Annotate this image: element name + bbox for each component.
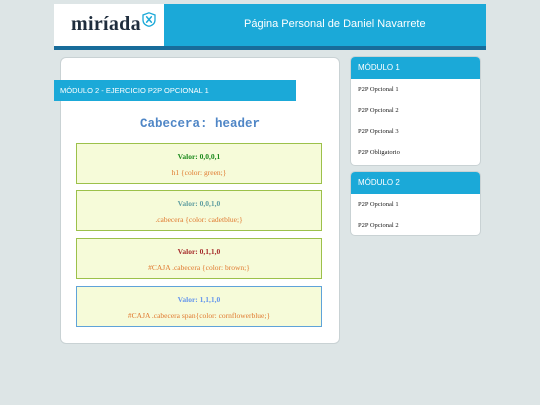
logo[interactable]: miríada xyxy=(54,4,164,46)
specificity-value: Valor: 1,1,1,0 xyxy=(177,295,221,304)
module-banner: MÓDULO 2 - EJERCICIO P2P OPCIONAL 1 xyxy=(54,80,296,101)
sidebar-item-p2p-opcional-2[interactable]: P2P Opcional 2 xyxy=(351,100,480,121)
specificity-value: Valor: 0,0,1,0 xyxy=(177,199,221,208)
sidebar-module-1: MÓDULO 1 P2P Opcional 1 P2P Opcional 2 P… xyxy=(350,56,481,166)
specificity-box-h1: Valor: 0,0,0,1 h1 {color: green;} xyxy=(76,143,322,184)
sidebar-item-p2p-opcional-1[interactable]: P2P Opcional 1 xyxy=(351,194,480,215)
specificity-box-id-class-span: Valor: 1,1,1,0 #CAJA .cabecera span{colo… xyxy=(76,286,322,327)
css-rule: .cabecera {color: cadetblue;} xyxy=(155,215,243,224)
sidebar-item-p2p-opcional-1[interactable]: P2P Opcional 1 xyxy=(351,79,480,100)
specificity-value: Valor: 0,1,1,0 xyxy=(177,247,221,256)
sidebar-item-p2p-opcional-3[interactable]: P2P Opcional 3 xyxy=(351,121,480,142)
sidebar-module-2: MÓDULO 2 P2P Opcional 1 P2P Opcional 2 xyxy=(350,171,481,236)
sidebar-item-p2p-opcional-2[interactable]: P2P Opcional 2 xyxy=(351,215,480,235)
page-heading: Cabecera: header xyxy=(139,117,261,131)
sidebar-item-p2p-obligatorio[interactable]: P2P Obligatorio xyxy=(351,142,480,163)
site-header: miríada Página Personal de Daniel Navarr… xyxy=(54,4,486,50)
specificity-box-class: Valor: 0,0,1,0 .cabecera {color: cadetbl… xyxy=(76,190,322,231)
logo-text: miríada xyxy=(71,13,141,35)
shield-x-icon xyxy=(142,12,156,27)
css-rule: h1 {color: green;} xyxy=(171,168,227,177)
specificity-value: Valor: 0,0,0,1 xyxy=(177,152,221,161)
site-title: Página Personal de Daniel Navarrete xyxy=(244,18,426,30)
css-rule: #CAJA .cabecera {color: brown;} xyxy=(148,263,250,272)
css-rule: #CAJA .cabecera span{color: cornflowerbl… xyxy=(127,311,271,320)
sidebar-module-title: MÓDULO 1 xyxy=(351,57,480,79)
sidebar-module-title: MÓDULO 2 xyxy=(351,172,480,194)
specificity-box-id-class: Valor: 0,1,1,0 #CAJA .cabecera {color: b… xyxy=(76,238,322,279)
